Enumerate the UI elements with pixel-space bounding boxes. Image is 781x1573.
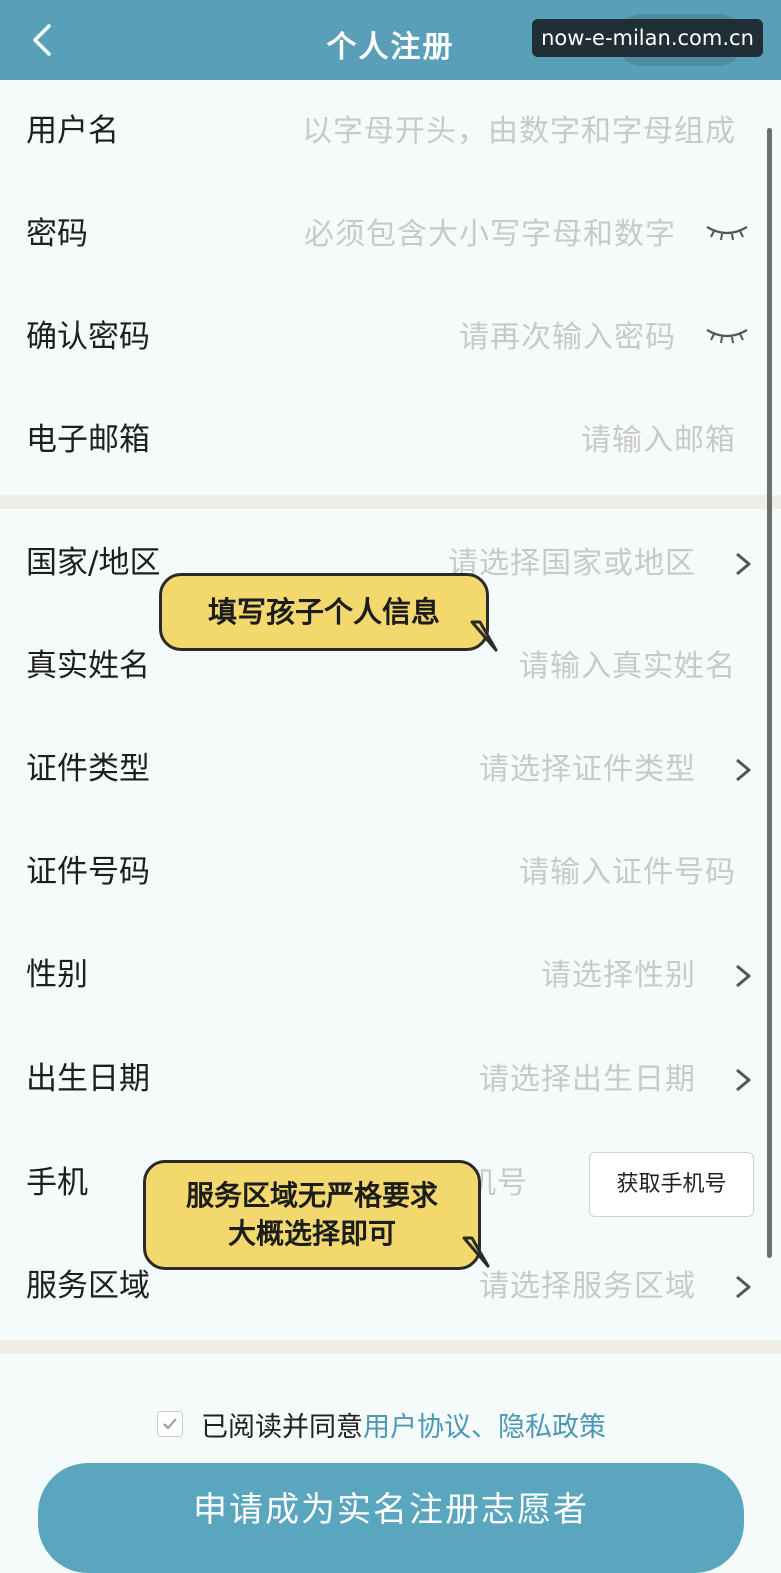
field-label: 性别: [26, 957, 88, 993]
field-label: 服务区域: [26, 1268, 150, 1304]
field-label: 用户名: [26, 113, 119, 149]
callout-tail: [470, 620, 498, 652]
callout-text: 填写孩子个人信息: [207, 595, 440, 629]
id-number-field[interactable]: 证件号码 请输入证件号码: [0, 821, 781, 924]
field-label: 电子邮箱: [26, 422, 150, 458]
callout-text-line2: 大概选择即可: [227, 1217, 396, 1250]
submit-button[interactable]: 申请成为实名注册志愿者: [38, 1463, 744, 1573]
chevron-right-icon: [736, 552, 751, 576]
chevron-right-icon: [736, 1275, 751, 1299]
app-header: 个人注册 now-e-milan.com.cn: [0, 0, 781, 80]
agreement-row: 已阅读并同意 用户协议、隐私政策: [157, 1404, 606, 1444]
field-label: 确认密码: [26, 319, 150, 355]
password-input[interactable]: 必须包含大小写字母和数字: [304, 183, 676, 286]
check-icon: [163, 1418, 177, 1430]
chevron-right-icon: [736, 964, 751, 988]
callout-tail: [462, 1236, 490, 1268]
real-name-input[interactable]: 请输入真实姓名: [519, 615, 736, 718]
birth-date-select[interactable]: 请选择出生日期: [479, 1028, 696, 1131]
field-label: 手机: [26, 1165, 88, 1201]
gender-select[interactable]: 请选择性别: [541, 924, 696, 1027]
agreement-checkbox[interactable]: [157, 1411, 183, 1437]
gender-field[interactable]: 性别 请选择性别: [0, 924, 781, 1027]
username-input[interactable]: 以字母开头，由数字和字母组成: [302, 80, 736, 183]
birth-date-field[interactable]: 出生日期 请选择出生日期: [0, 1028, 781, 1131]
field-label: 出生日期: [26, 1061, 150, 1097]
callout-text-line1: 服务区域无严格要求: [185, 1179, 438, 1212]
confirm-password-field[interactable]: 确认密码 请再次输入密码: [0, 286, 781, 389]
id-type-select[interactable]: 请选择证件类型: [479, 718, 696, 821]
id-number-input[interactable]: 请输入证件号码: [519, 821, 736, 924]
agreement-links[interactable]: 用户协议、隐私政策: [363, 1405, 606, 1444]
eye-closed-icon[interactable]: [704, 324, 750, 346]
service-area-select[interactable]: 请选择服务区域: [479, 1235, 696, 1338]
callout-personal-info: 填写孩子个人信息: [159, 573, 489, 651]
scrollbar[interactable]: [767, 128, 772, 1258]
confirm-password-input[interactable]: 请再次输入密码: [459, 286, 676, 389]
chevron-right-icon: [736, 758, 751, 782]
email-field[interactable]: 电子邮箱 请输入邮箱: [0, 389, 781, 492]
field-label: 真实姓名: [26, 648, 150, 684]
section-divider: [0, 495, 781, 509]
callout-service-area: 服务区域无严格要求 大概选择即可: [143, 1160, 481, 1270]
agreement-text: 已阅读并同意: [201, 1411, 363, 1443]
get-phone-number-button[interactable]: 获取手机号: [589, 1152, 754, 1217]
eye-closed-icon[interactable]: [704, 221, 750, 243]
chevron-right-icon: [736, 1068, 751, 1092]
field-label: 国家/地区: [26, 545, 161, 581]
field-label: 密码: [26, 216, 88, 252]
username-field[interactable]: 用户名 以字母开头，由数字和字母组成: [0, 80, 781, 183]
email-input[interactable]: 请输入邮箱: [581, 389, 736, 492]
field-label: 证件号码: [26, 854, 150, 890]
watermark: now-e-milan.com.cn: [532, 19, 763, 57]
section-divider: [0, 1340, 781, 1354]
password-field[interactable]: 密码 必须包含大小写字母和数字: [0, 183, 781, 286]
field-label: 证件类型: [26, 751, 150, 787]
id-type-field[interactable]: 证件类型 请选择证件类型: [0, 718, 781, 821]
